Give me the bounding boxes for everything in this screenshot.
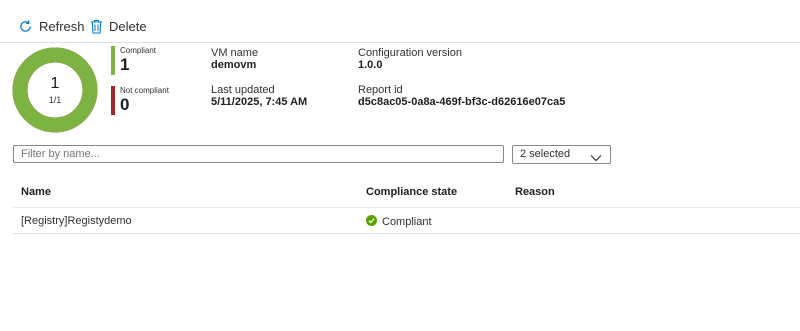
vm-name-label: VM name [211, 47, 259, 59]
status-filter-dropdown[interactable]: 2 selected [512, 145, 611, 164]
refresh-icon [18, 19, 33, 34]
trash-icon [90, 19, 103, 34]
compliant-count: 1 [120, 55, 130, 74]
filter-by-name-input[interactable] [13, 145, 504, 163]
compliance-state-text: Compliant [382, 216, 432, 228]
chevron-down-icon [590, 151, 602, 168]
configuration-version-value: 1.0.0 [358, 59, 383, 71]
check-circle-icon [366, 215, 377, 229]
status-filter-value: 2 selected [520, 148, 571, 160]
not-compliant-label: Not compliant [120, 86, 169, 95]
report-id-value: d5c8ac05-0a8a-469f-bf3c-d62616e07ca5 [358, 96, 566, 108]
configuration-version-label: Configuration version [358, 47, 462, 59]
vm-name-property: VM name demovm [211, 47, 258, 71]
donut-count: 1 [50, 75, 60, 92]
compliant-label: Compliant [120, 46, 157, 55]
column-header-compliance-state[interactable]: Compliance state [366, 186, 457, 198]
vm-name-value: demovm [211, 59, 257, 71]
compliant-color-bar [111, 46, 115, 75]
donut-ratio: 1/1 [48, 95, 62, 105]
delete-label: Delete [109, 18, 147, 34]
report-id-property: Report id d5c8ac05-0a8a-469f-bf3c-d62616… [358, 84, 565, 108]
last-updated-value: 5/11/2025, 7:45 AM [211, 96, 308, 108]
refresh-button[interactable]: Refresh [18, 16, 85, 36]
configuration-version-property: Configuration version 1.0.0 [358, 47, 462, 71]
compliance-donut-chart: 1 1/1 [12, 47, 98, 133]
column-header-reason[interactable]: Reason [515, 186, 555, 198]
not-compliant-count: 0 [120, 95, 130, 114]
delete-button[interactable]: Delete [90, 16, 147, 36]
last-updated-label: Last updated [211, 84, 275, 96]
row-name-cell[interactable]: [Registry]Registydemo [21, 215, 132, 227]
command-bar: Refresh Delete [0, 0, 800, 43]
column-header-name[interactable]: Name [21, 186, 51, 198]
report-id-label: Report id [358, 84, 403, 96]
refresh-label: Refresh [39, 18, 85, 34]
last-updated-property: Last updated 5/11/2025, 7:45 AM [211, 84, 307, 108]
row-compliance-state-cell: Compliant [366, 215, 432, 229]
not-compliant-color-bar [111, 86, 115, 115]
